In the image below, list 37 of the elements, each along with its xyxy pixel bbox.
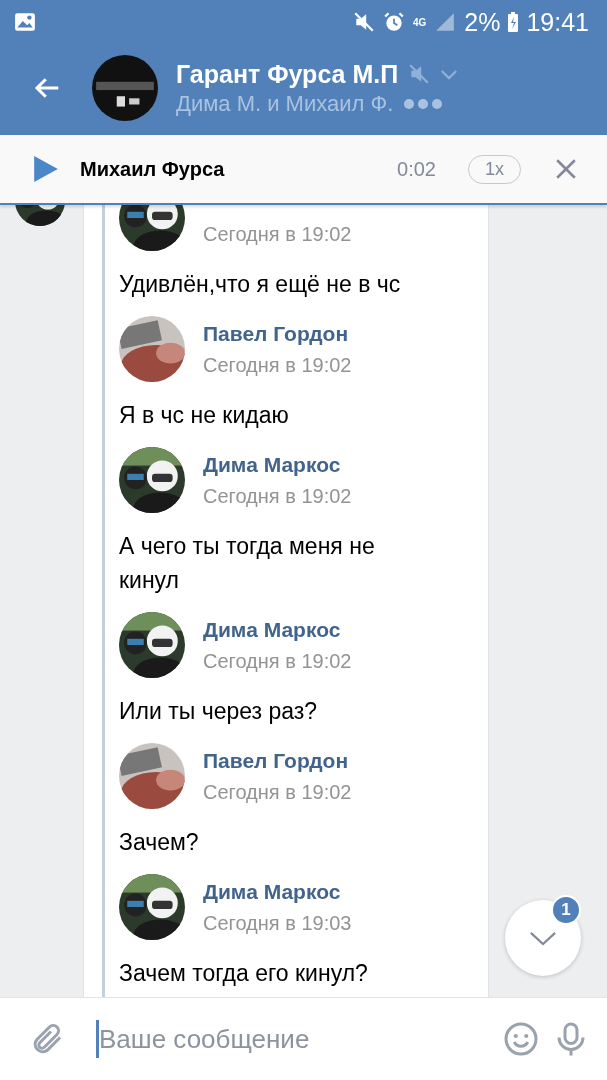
image-icon (14, 11, 36, 33)
message-text: Удивлён,что я ещё не в чс (119, 270, 402, 299)
sender-name[interactable]: Дима Маркос (203, 617, 352, 642)
sender-name[interactable]: Дима Маркос (203, 452, 352, 477)
message-time: Сегодня в 19:02 (203, 353, 352, 377)
clock: 19:41 (526, 7, 589, 37)
message-time: Сегодня в 19:02 (203, 649, 352, 673)
message-time: Сегодня в 19:03 (203, 911, 352, 935)
message-time: Сегодня в 19:02 (203, 780, 352, 804)
message-time: Сегодня в 19:02 (203, 484, 352, 508)
sender-name[interactable]: Дима Маркос (203, 879, 352, 904)
mute-icon (352, 11, 375, 33)
battery-percent: 2% (464, 7, 501, 37)
emoji-icon[interactable] (503, 1021, 539, 1057)
message-time: Сегодня в 19:02 (203, 222, 352, 246)
typing-dots-icon (403, 97, 444, 110)
members-subtitle: Дима М. и Михаил Ф. (176, 90, 394, 117)
audio-duration: 0:02 (397, 157, 436, 181)
chevron-down-icon (529, 930, 557, 946)
message-text: А чего ты тогда меня не кинул (119, 532, 376, 595)
play-icon[interactable] (34, 156, 58, 182)
battery-icon (508, 12, 519, 32)
chat-title[interactable]: Гарант Фурса М.П (176, 59, 399, 89)
sender-name[interactable]: Павел Гордон (203, 748, 352, 773)
audio-author: Михаил Фурса (80, 157, 225, 181)
message-text: Зачем тогда его кинул? (119, 959, 369, 988)
message-text: Зачем? (119, 828, 200, 857)
chevron-down-icon[interactable] (440, 68, 459, 80)
close-icon[interactable] (555, 158, 577, 180)
alarm-icon (382, 11, 405, 33)
message-text: Или ты через раз? (119, 697, 319, 726)
network-label: 4G (412, 16, 427, 28)
scroll-down-button[interactable] (505, 900, 581, 976)
unread-badge: 1 (551, 895, 581, 925)
sender-name[interactable]: Павел Гордон (203, 321, 352, 346)
message-text: Я в чс не кидаю (119, 401, 290, 430)
signal-icon (434, 11, 457, 33)
